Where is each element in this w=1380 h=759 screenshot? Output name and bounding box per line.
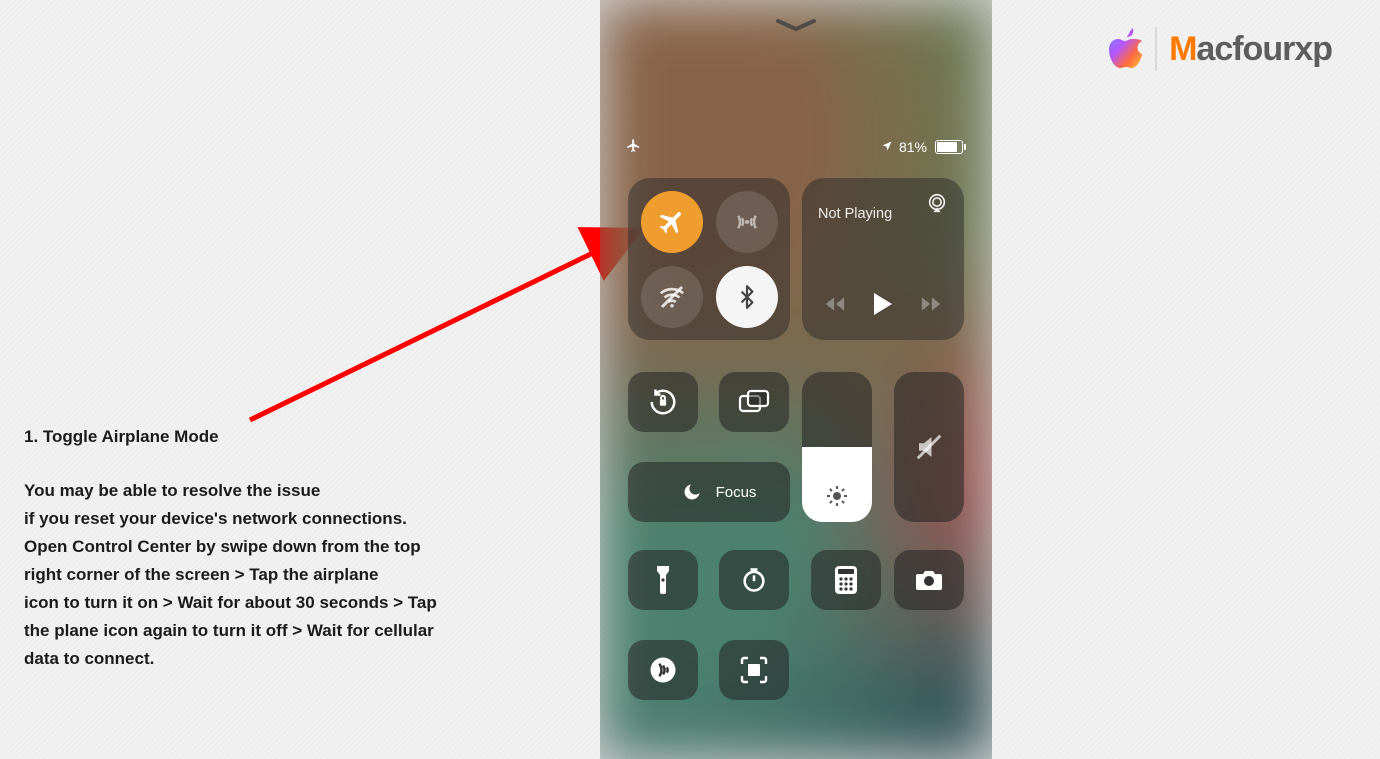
timer-button[interactable] [719,550,789,610]
battery-percent: 81% [899,139,927,155]
prev-track-button[interactable] [825,296,845,317]
instruction-body: You may be able to resolve the issueif y… [24,477,437,673]
camera-button[interactable] [894,550,964,610]
orientation-lock-toggle[interactable] [628,372,698,432]
instruction-heading: 1. Toggle Airplane Mode [24,423,437,451]
screen-mirroring-button[interactable] [719,372,789,432]
airplane-mode-toggle[interactable] [641,191,703,253]
flashlight-button[interactable] [628,550,698,610]
play-button[interactable] [873,293,893,320]
connectivity-card[interactable] [628,178,790,340]
status-bar: 81% [600,138,992,156]
sun-icon [825,484,849,508]
focus-label: Focus [716,484,757,501]
qr-scan-button[interactable] [719,640,789,700]
ios-control-center: 81% [600,0,992,759]
volume-slider[interactable] [894,372,964,522]
site-logo: Macfourxp [1101,26,1332,72]
mute-icon [914,432,944,462]
cellular-data-toggle[interactable] [716,191,778,253]
brightness-slider[interactable] [802,372,872,522]
bluetooth-toggle[interactable] [716,266,778,328]
logo-text: Macfourxp [1169,30,1332,69]
moon-icon [682,482,702,502]
wifi-toggle[interactable] [641,266,703,328]
instruction-block: 1. Toggle Airplane Mode You may be able … [24,423,437,673]
airplane-status-icon [626,138,641,156]
next-track-button[interactable] [921,296,941,317]
page-root: Macfourxp 1. Toggle Airplane Mode You ma… [0,0,1380,759]
nfc-button[interactable] [628,640,698,700]
battery-icon [933,140,966,154]
focus-button[interactable]: Focus [628,462,790,522]
airplay-icon[interactable] [926,192,948,219]
location-icon [881,139,893,155]
logo-separator [1155,27,1157,71]
calculator-button[interactable] [811,550,881,610]
media-controls [802,293,964,320]
media-card[interactable]: Not Playing [802,178,964,340]
apple-logo-icon [1101,26,1143,72]
collapse-chevron-icon[interactable] [774,18,818,32]
